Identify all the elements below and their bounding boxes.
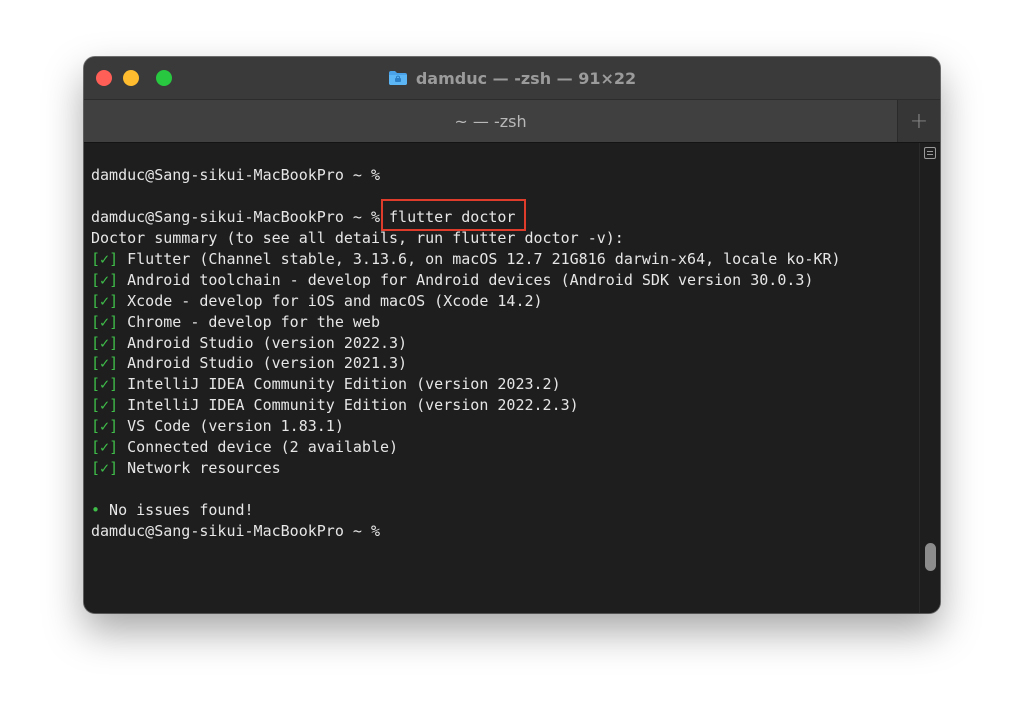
check-mark-icon: [✓] (91, 417, 119, 436)
terminal-line-text: damduc@Sang-sikui-MacBookPro ~ % (91, 166, 380, 184)
scroll-thumb[interactable] (925, 543, 936, 571)
status-bullet-icon: • (91, 501, 101, 519)
check-mark-icon: [✓] (91, 396, 119, 415)
terminal-line: [✓] Connected device (2 available) (91, 437, 916, 458)
terminal-line: [✓] IntelliJ IDEA Community Edition (ver… (91, 395, 916, 416)
check-mark-icon: [✓] (91, 312, 119, 331)
terminal-line: [✓] VS Code (version 1.83.1) (91, 416, 916, 437)
terminal-line-text: Doctor summary (to see all details, run … (91, 228, 624, 247)
terminal-line: [✓] Xcode - develop for iOS and macOS (X… (91, 291, 916, 312)
terminal-line: damduc@Sang-sikui-MacBookPro ~ % (91, 521, 916, 542)
window-title-text: damduc — -zsh — 91×22 (415, 68, 637, 88)
check-mark-icon: [✓] (91, 375, 119, 394)
terminal-line: damduc@Sang-sikui-MacBookPro ~ % (91, 165, 916, 186)
command-highlight-box (381, 199, 526, 231)
tab-label: ~ — -zsh (454, 111, 527, 131)
terminal-line: [✓] Flutter (Channel stable, 3.13.6, on … (91, 249, 916, 270)
check-mark-icon: [✓] (91, 270, 119, 289)
terminal-line: [✓] Android Studio (version 2021.3) (91, 353, 916, 374)
terminal-line: [✓] IntelliJ IDEA Community Edition (ver… (91, 374, 916, 395)
terminal-line: • No issues found! (91, 500, 916, 521)
terminal-line-text: IntelliJ IDEA Community Edition (version… (118, 375, 561, 394)
terminal-line-text: damduc@Sang-sikui-MacBookPro ~ % (91, 521, 380, 540)
terminal-line-text: No issues found! (100, 501, 254, 519)
check-mark-icon: [✓] (91, 249, 119, 268)
check-mark-icon: [✓] (91, 459, 119, 478)
terminal-window: damduc — -zsh — 91×22 ~ — -zsh + damduc@… (84, 57, 940, 613)
terminal-line-text: Android Studio (version 2022.3) (118, 333, 408, 352)
terminal-line-text: Chrome - develop for the web (118, 312, 380, 331)
tab-bar: ~ — -zsh + (84, 100, 940, 143)
terminal-line-text: Connected device (2 available) (118, 438, 399, 457)
window-title: damduc — -zsh — 91×22 (84, 57, 940, 99)
check-mark-icon: [✓] (91, 438, 119, 457)
terminal-line: [✓] Chrome - develop for the web (91, 312, 916, 333)
terminal-line: [✓] Android toolchain - develop for Andr… (91, 270, 916, 291)
check-mark-icon: [✓] (91, 291, 119, 310)
terminal-line-text: IntelliJ IDEA Community Edition (version… (118, 396, 579, 415)
folder-icon (388, 70, 408, 86)
terminal-line-text: Xcode - develop for iOS and macOS (Xcode… (118, 291, 543, 310)
terminal-line-text: Android toolchain - develop for Android … (118, 270, 814, 289)
terminal-line: [✓] Android Studio (version 2022.3) (91, 333, 916, 354)
terminal-line-text: Flutter (Channel stable, 3.13.6, on macO… (118, 249, 841, 268)
check-mark-icon: [✓] (91, 354, 119, 373)
new-tab-button[interactable]: + (898, 100, 940, 142)
terminal-line-text: Android Studio (version 2021.3) (118, 354, 408, 373)
terminal-line-text: Network resources (118, 459, 281, 478)
check-mark-icon: [✓] (91, 333, 119, 352)
terminal-line-text: VS Code (version 1.83.1) (118, 417, 344, 436)
tab-zsh[interactable]: ~ — -zsh (84, 100, 898, 142)
plus-icon: + (909, 108, 929, 134)
terminal-line: [✓] Network resources (91, 458, 916, 479)
title-bar[interactable]: damduc — -zsh — 91×22 (84, 57, 940, 100)
scroll-marks-icon[interactable] (924, 147, 936, 159)
